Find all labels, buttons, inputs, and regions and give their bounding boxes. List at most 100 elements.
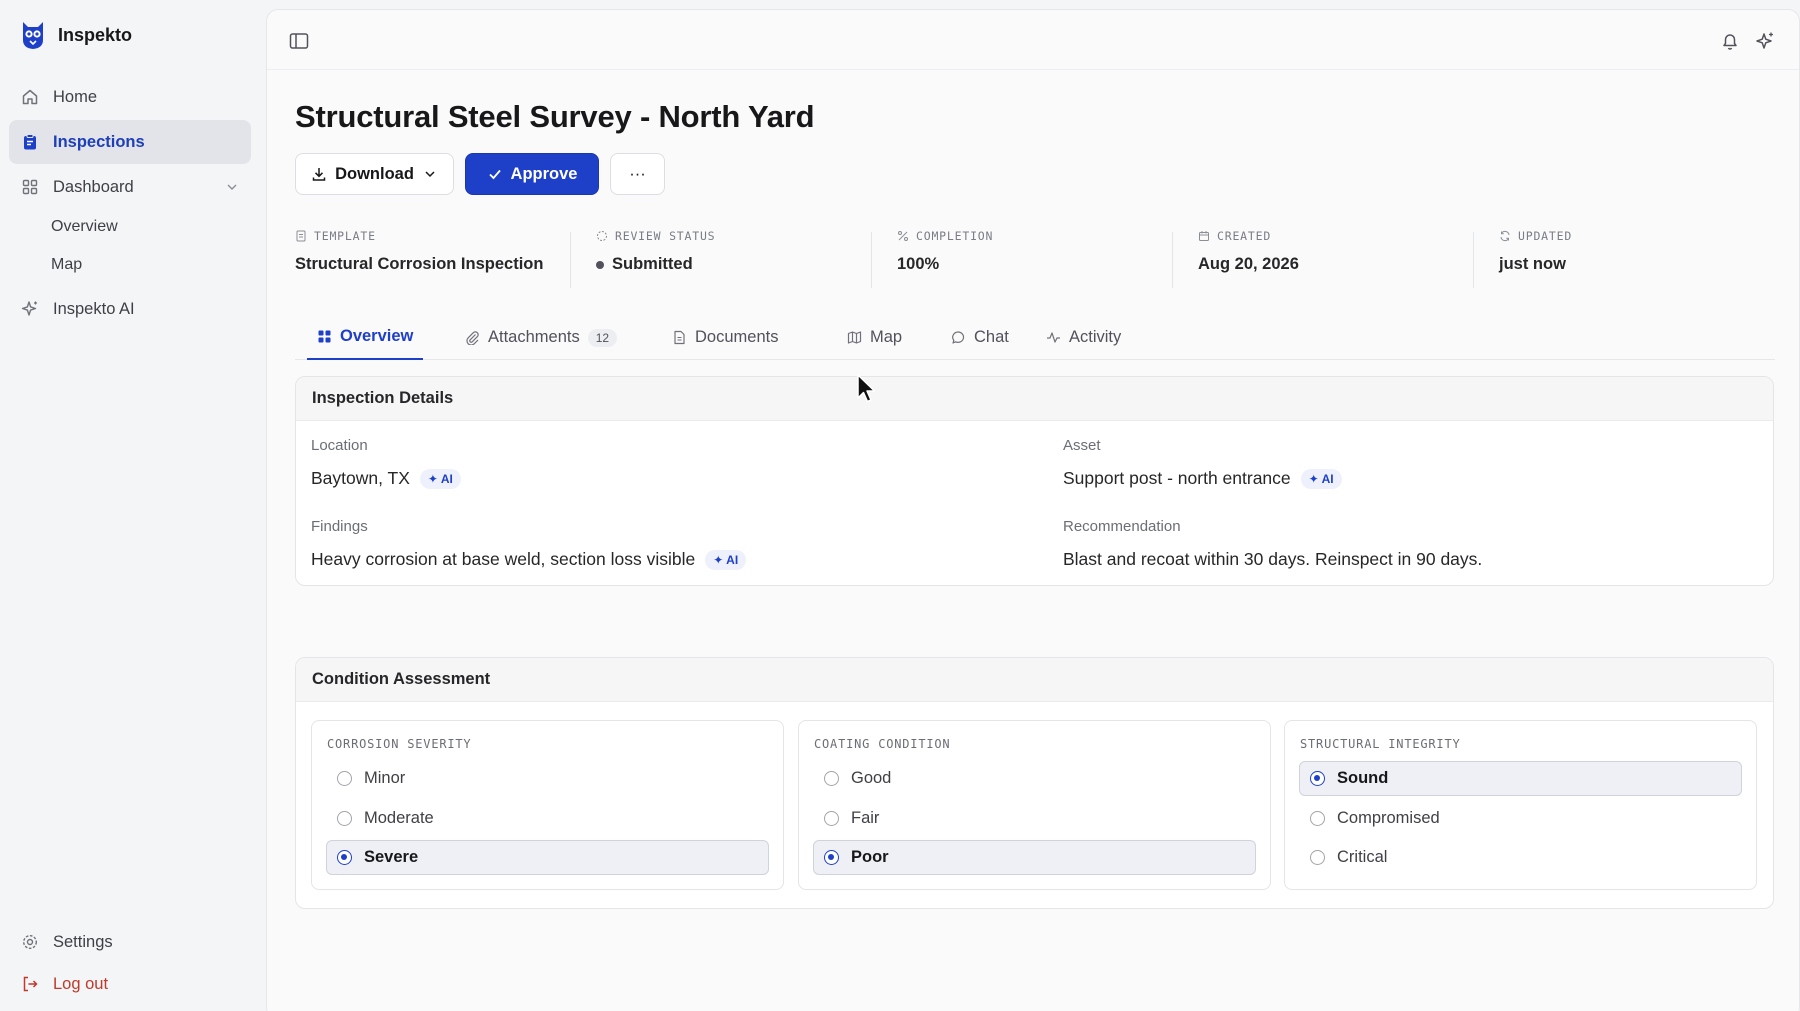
- radio-button[interactable]: [824, 811, 839, 826]
- meta-label-text: UPDATED: [1518, 229, 1573, 243]
- group-label: STRUCTURAL INTEGRITY: [1300, 737, 1461, 751]
- tab-overview[interactable]: Overview: [307, 315, 424, 360]
- logout-icon: [23, 976, 38, 992]
- divider: [871, 232, 872, 288]
- radio-option-fair[interactable]: Fair: [813, 801, 1256, 836]
- brand[interactable]: Inspekto: [20, 20, 132, 50]
- corrosion-severity-group: CORROSION SEVERITY Minor Moderate Severe: [311, 720, 784, 890]
- condition-assessment-card: Condition Assessment CORROSION SEVERITY …: [295, 657, 1774, 909]
- sidebar-item-label: Settings: [53, 932, 113, 951]
- sidebar-item-inspekto-ai[interactable]: Inspekto AI: [9, 287, 251, 331]
- status-dot: [596, 260, 604, 269]
- download-button[interactable]: Download: [295, 153, 454, 195]
- meta-label-text: REVIEW STATUS: [615, 229, 716, 243]
- sidebar-toggle-icon[interactable]: [288, 30, 310, 52]
- sidebar-item-label: Log out: [53, 974, 109, 993]
- meta-label-text: TEMPLATE: [314, 229, 376, 243]
- tab-label: Documents: [695, 328, 779, 346]
- radio-button[interactable]: [1310, 850, 1325, 865]
- radio-option-poor[interactable]: Poor: [813, 840, 1256, 875]
- radio-button[interactable]: [337, 771, 352, 786]
- grid-icon: [318, 330, 331, 343]
- chevron-down-icon: [227, 184, 237, 190]
- sidebar-item-label: Inspections: [53, 132, 145, 151]
- tab-label: Map: [870, 328, 903, 346]
- meta-value-text: 100%: [897, 255, 940, 273]
- sparkle-icon[interactable]: [1754, 30, 1776, 52]
- download-label: Download: [335, 164, 414, 183]
- tab-attachments[interactable]: Attachments 12: [465, 315, 618, 360]
- mouse-pointer-icon: [857, 374, 876, 403]
- option-label: Minor: [364, 769, 406, 787]
- option-label: Poor: [851, 848, 889, 866]
- sidebar-item-logout[interactable]: Log out: [9, 962, 251, 1006]
- download-icon: [312, 168, 326, 181]
- sparkle-icon: [21, 301, 37, 316]
- card-title: Inspection Details: [296, 377, 1773, 421]
- sidebar-subitem-overview[interactable]: Overview: [51, 218, 118, 236]
- tab-map[interactable]: Map: [847, 315, 902, 360]
- radio-option-good[interactable]: Good: [813, 761, 1256, 796]
- radio-option-sound[interactable]: Sound: [1299, 761, 1742, 796]
- radio-option-compromised[interactable]: Compromised: [1299, 801, 1742, 836]
- approve-button[interactable]: Approve: [465, 153, 599, 195]
- tab-label: Chat: [974, 328, 1009, 346]
- radio-button[interactable]: [1310, 811, 1325, 826]
- tab-chat[interactable]: Chat: [951, 315, 1009, 360]
- ai-badge: ✦ AI: [705, 549, 747, 570]
- owl-logo-icon: [23, 22, 43, 49]
- ai-badge: ✦ AI: [419, 468, 461, 489]
- more-options-button[interactable]: ···: [610, 153, 665, 195]
- meta-updated: UPDATED just now: [1499, 229, 1572, 285]
- field-location: Location Baytown, TX ✦ AI: [311, 437, 461, 489]
- field-label: Location: [311, 437, 368, 454]
- meta-value-text: just now: [1499, 255, 1566, 273]
- option-label: Good: [851, 769, 892, 787]
- option-label: Fair: [851, 809, 880, 827]
- option-label: Moderate: [364, 809, 434, 827]
- sidebar: Inspekto Home Inspections Dashboard Over…: [0, 0, 265, 1011]
- field-value: Baytown, TX: [311, 468, 410, 488]
- field-label: Findings: [311, 518, 368, 535]
- meta-created: CREATED Aug 20, 2026: [1198, 229, 1299, 285]
- grid-icon: [22, 179, 38, 195]
- field-value: Blast and recoat within 30 days. Reinspe…: [1063, 549, 1483, 569]
- option-label: Severe: [364, 848, 419, 866]
- inspection-details-card: Inspection Details Location Baytown, TX …: [295, 376, 1774, 586]
- radio-button-selected[interactable]: [1310, 771, 1325, 786]
- tab-label: Activity: [1069, 328, 1122, 346]
- sidebar-item-settings[interactable]: Settings: [9, 920, 251, 964]
- app-name: Inspekto: [58, 24, 133, 45]
- field-label: Asset: [1063, 437, 1101, 454]
- sidebar-item-home[interactable]: Home: [9, 75, 251, 119]
- group-label: COATING CONDITION: [814, 737, 951, 751]
- meta-label-text: COMPLETION: [916, 229, 994, 243]
- tab-documents[interactable]: Documents: [672, 315, 778, 360]
- tab-activity[interactable]: Activity: [1046, 315, 1121, 360]
- loader-icon: [597, 231, 607, 241]
- radio-button[interactable]: [337, 811, 352, 826]
- radio-option-moderate[interactable]: Moderate: [326, 801, 769, 836]
- radio-option-minor[interactable]: Minor: [326, 761, 769, 796]
- sidebar-item-dashboard[interactable]: Dashboard: [9, 165, 251, 209]
- radio-button[interactable]: [824, 771, 839, 786]
- meta-value-text: Structural Corrosion Inspection: [295, 255, 544, 273]
- sidebar-item-inspections[interactable]: Inspections: [9, 120, 251, 164]
- approve-label: Approve: [510, 164, 578, 183]
- activity-icon: [1047, 332, 1060, 343]
- field-recommendation: Recommendation Blast and recoat within 3…: [1063, 518, 1482, 570]
- option-label: Critical: [1337, 848, 1388, 866]
- radio-option-critical[interactable]: Critical: [1299, 840, 1742, 875]
- sidebar-subitem-map[interactable]: Map: [51, 256, 82, 274]
- divider: [1473, 232, 1474, 288]
- radio-button-selected[interactable]: [824, 850, 839, 865]
- option-label: Sound: [1337, 769, 1389, 787]
- bell-icon[interactable]: [1719, 30, 1741, 52]
- field-findings: Findings Heavy corrosion at base weld, s…: [311, 518, 747, 570]
- main-panel: Structural Steel Survey - North Yard Dow…: [266, 9, 1800, 1011]
- radio-button-selected[interactable]: [337, 850, 352, 865]
- radio-option-severe[interactable]: Severe: [326, 840, 769, 875]
- divider: [570, 232, 571, 288]
- tab-label: Attachments: [488, 328, 580, 346]
- gear-icon: [22, 934, 38, 950]
